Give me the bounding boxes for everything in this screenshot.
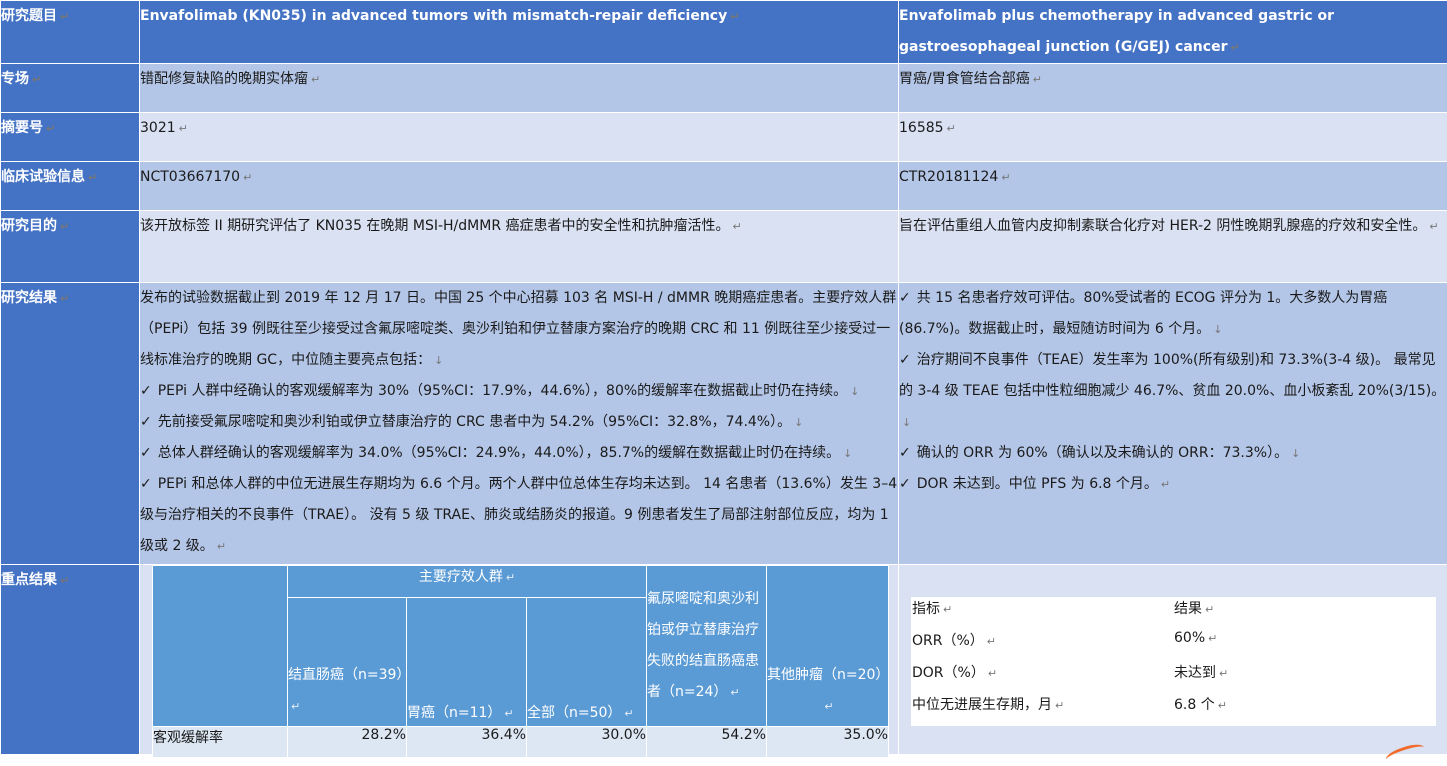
- results-bullet: ✓共 15 名患者疗效可评估。80%受试者的 ECOG 评分为 1。大多数人为胃…: [899, 283, 1447, 345]
- check-icon: ✓: [140, 476, 152, 492]
- efficacy-cell: 54.2%: [647, 727, 767, 758]
- study2-purpose: 旨在评估重组人血管内皮抑制素联合化疗对 HER-2 阴性晚期乳腺癌的疗效和安全性…: [899, 211, 1447, 283]
- efficacy-col-gc11: 胃癌（n=11）↵: [407, 598, 527, 727]
- study2-specialty: 胃癌/胃食管结合部癌↵: [899, 64, 1447, 113]
- efficacy-group-header: 主要疗效人群↵: [288, 566, 647, 598]
- results-bullet: ✓DOR 未达到。中位 PFS 为 6.8 个月。↵: [899, 469, 1447, 500]
- results-bullet: ✓确认的 ORR 为 60%（确认以及未确认的 ORR：73.3%）。↓: [899, 438, 1447, 469]
- outcome-head-metric: 指标↵: [912, 598, 1174, 630]
- key-results-row: 重点结果↵ 主要疗效人群↵ 氟尿嘧啶和奥沙利铂或伊立替康治疗失败的结直肠癌患者（…: [1, 565, 1447, 755]
- study1-abstract: 3021↵: [140, 113, 899, 162]
- results-intro: 发布的试验数据截止到 2019 年 12 月 17 日。中国 25 个中心招募 …: [140, 283, 898, 376]
- results-bullet: ✓先前接受氟尿嘧啶和奥沙利铂或伊立替康治疗的 CRC 患者中为 54.2%（95…: [140, 407, 898, 438]
- purpose-row: 研究目的↵ 该开放标签 II 期研究评估了 KN035 在晚期 MSI-H/dM…: [1, 211, 1447, 283]
- row-label-key-results: 重点结果↵: [1, 565, 140, 755]
- title-row: 研究题目↵ Envafolimab (KN035) in advanced tu…: [1, 1, 1447, 64]
- row-label-title: 研究题目↵: [1, 1, 140, 64]
- efficacy-col-other20: 其他肿瘤（n=20）↵: [767, 566, 889, 727]
- efficacy-cell: 35.0%: [767, 727, 889, 758]
- row-label-results: 研究结果↵: [1, 283, 140, 565]
- study1-specialty: 错配修复缺陷的晚期实体瘤↵: [140, 64, 899, 113]
- study1-trial: NCT03667170↵: [140, 162, 899, 211]
- outcome-header-row: 指标↵ 结果↵: [912, 598, 1436, 630]
- study2-title: Envafolimab plus chemotherapy in advance…: [899, 1, 1447, 64]
- outcome-metric: 中位无进展生存期，月↵: [912, 694, 1174, 726]
- efficacy-corner-cell: [153, 566, 288, 727]
- study2-results: ✓共 15 名患者疗效可评估。80%受试者的 ECOG 评分为 1。大多数人为胃…: [899, 283, 1447, 565]
- efficacy-cell: 28.2%: [288, 727, 407, 758]
- specialty-row: 专场↵ 错配修复缺陷的晚期实体瘤↵ 胃癌/胃食管结合部癌↵: [1, 64, 1447, 113]
- annotation-stroke: [1384, 741, 1426, 766]
- row-label-purpose: 研究目的↵: [1, 211, 140, 283]
- outcome-row: ORR（%）↵ 60%↵: [912, 630, 1436, 662]
- efficacy-row-label: 客观缓解率: [153, 727, 288, 758]
- study1-purpose: 该开放标签 II 期研究评估了 KN035 在晚期 MSI-H/dMMR 癌症患…: [140, 211, 899, 283]
- check-icon: ✓: [140, 445, 152, 461]
- check-icon: ✓: [899, 445, 911, 461]
- outcome-metric: DOR（%）↵: [912, 662, 1174, 694]
- check-icon: ✓: [140, 383, 152, 399]
- outcome-value: 60%↵: [1174, 630, 1436, 662]
- study1-results: 发布的试验数据截止到 2019 年 12 月 17 日。中国 25 个中心招募 …: [140, 283, 899, 565]
- comparison-table: 研究题目↵ Envafolimab (KN035) in advanced tu…: [0, 0, 1447, 755]
- check-icon: ✓: [899, 476, 911, 492]
- row-label-abstract: 摘要号↵: [1, 113, 140, 162]
- study2-abstract: 16585↵: [899, 113, 1447, 162]
- outcome-row: 中位无进展生存期，月↵ 6.8 个↵: [912, 694, 1436, 726]
- study2-key-results: 指标↵ 结果↵ ORR（%）↵ 60%↵ DOR（%）↵ 未达到↵ 中位无进展生…: [899, 565, 1447, 755]
- efficacy-orr-row: 客观缓解率 28.2% 36.4% 30.0% 54.2% 35.0%: [153, 727, 889, 758]
- abstract-row: 摘要号↵ 3021↵ 16585↵: [1, 113, 1447, 162]
- study2-trial: CTR20181124↵: [899, 162, 1447, 211]
- check-icon: ✓: [899, 290, 911, 306]
- check-icon: ✓: [899, 352, 911, 368]
- efficacy-table: 主要疗效人群↵ 氟尿嘧啶和奥沙利铂或伊立替康治疗失败的结直肠癌患者（n=24）↵…: [152, 565, 889, 758]
- efficacy-col-all50: 全部（n=50）↵: [527, 598, 647, 727]
- outcome-value: 6.8 个↵: [1174, 694, 1436, 726]
- efficacy-cell: 30.0%: [527, 727, 647, 758]
- results-row: 研究结果↵ 发布的试验数据截止到 2019 年 12 月 17 日。中国 25 …: [1, 283, 1447, 565]
- outcome-head-result: 结果↵: [1174, 598, 1436, 630]
- trial-row: 临床试验信息↵ NCT03667170↵ CTR20181124↵: [1, 162, 1447, 211]
- outcome-value: 未达到↵: [1174, 662, 1436, 694]
- outcome-metric: ORR（%）↵: [912, 630, 1174, 662]
- efficacy-col-crc24: 氟尿嘧啶和奥沙利铂或伊立替康治疗失败的结直肠癌患者（n=24）↵: [647, 566, 767, 727]
- results-bullet: ✓总体人群经确认的客观缓解率为 34.0%（95%CI：24.9%，44.0%）…: [140, 438, 898, 469]
- efficacy-col-crc39: 结直肠癌（n=39）↵: [288, 598, 407, 727]
- outcome-table: 指标↵ 结果↵ ORR（%）↵ 60%↵ DOR（%）↵ 未达到↵ 中位无进展生…: [911, 597, 1436, 726]
- results-bullet: ✓治疗期间不良事件（TEAE）发生率为 100%(所有级别)和 73.3%(3-…: [899, 345, 1447, 438]
- study1-key-results: 主要疗效人群↵ 氟尿嘧啶和奥沙利铂或伊立替康治疗失败的结直肠癌患者（n=24）↵…: [140, 565, 899, 755]
- row-label-trial: 临床试验信息↵: [1, 162, 140, 211]
- study1-title: Envafolimab (KN035) in advanced tumors w…: [140, 1, 899, 64]
- outcome-row: DOR（%）↵ 未达到↵: [912, 662, 1436, 694]
- check-icon: ✓: [140, 414, 152, 430]
- results-bullet: ✓PEPi 人群中经确认的客观缓解率为 30%（95%CI：17.9%，44.6…: [140, 376, 898, 407]
- row-label-specialty: 专场↵: [1, 64, 140, 113]
- efficacy-cell: 36.4%: [407, 727, 527, 758]
- results-bullet: ✓PEPi 和总体人群的中位无进展生存期均为 6.6 个月。两个人群中位总体生存…: [140, 469, 898, 562]
